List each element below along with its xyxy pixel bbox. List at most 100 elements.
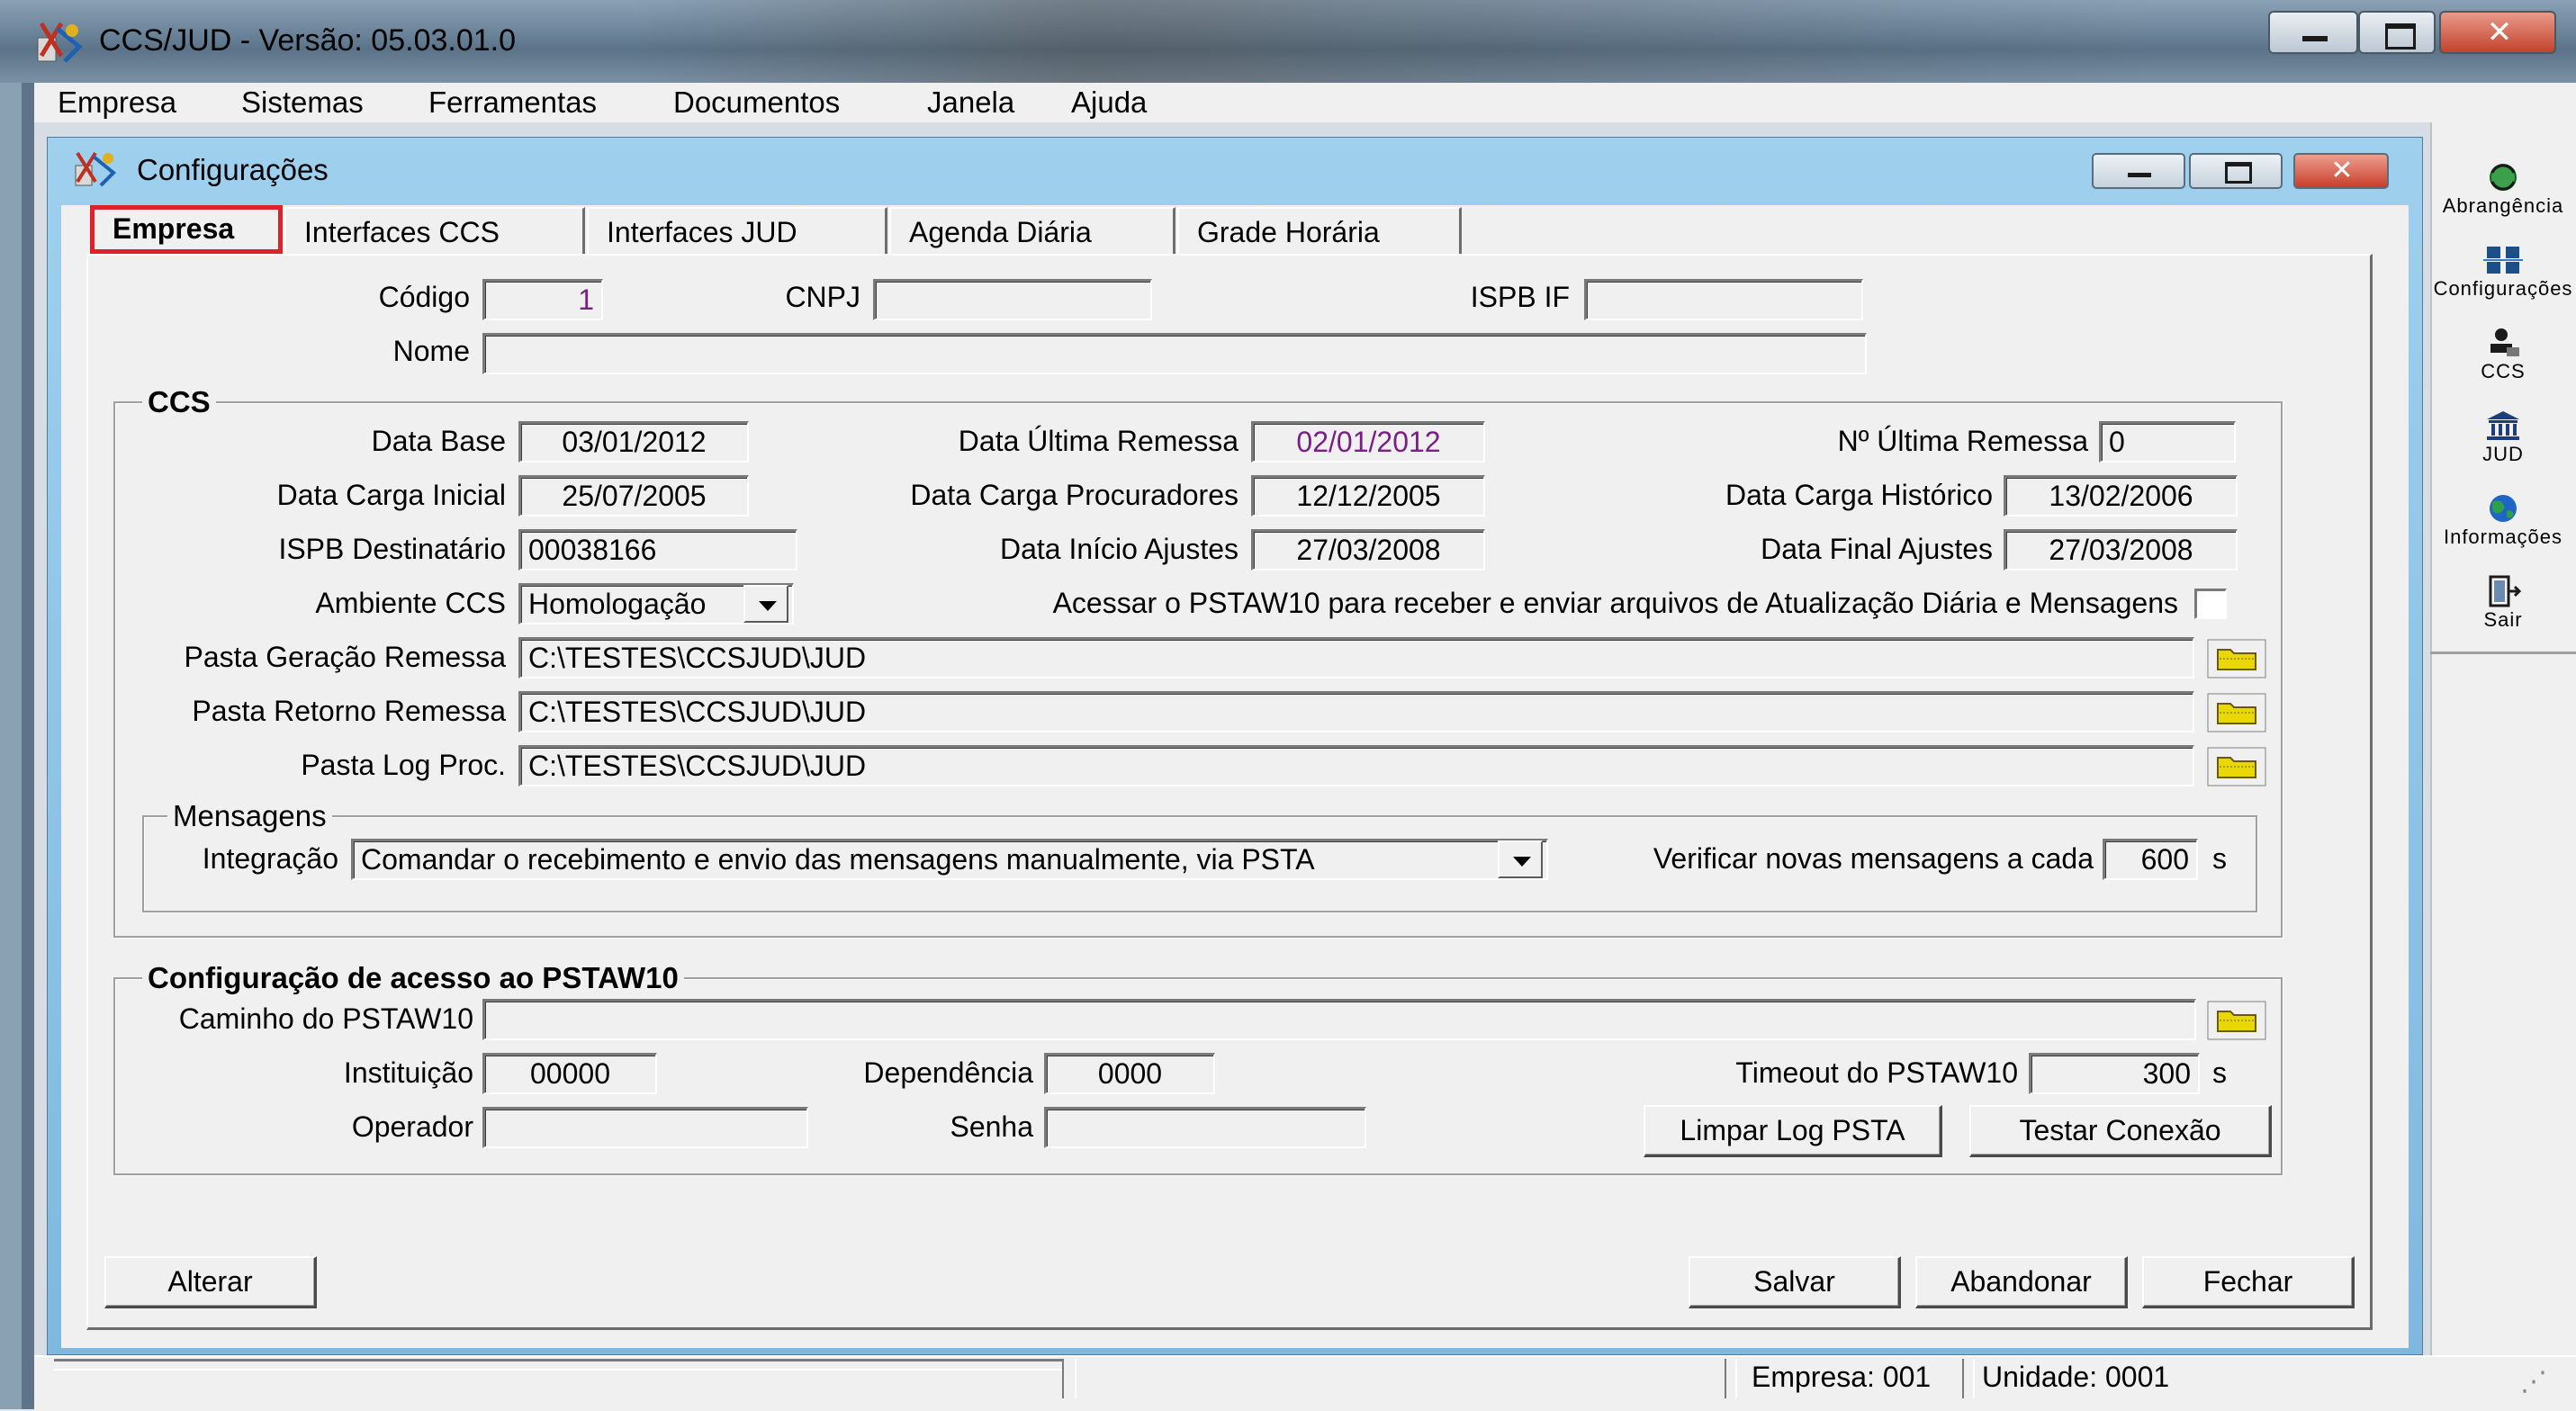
config-close-button[interactable]: ✕ [2293,153,2389,189]
ispb-if-label: ISPB IF [1470,281,1570,313]
menu-janela[interactable]: Janela [927,83,1014,122]
toolbar-informacoes[interactable]: Informações [2430,491,2576,549]
config-window-title: Configurações [137,153,329,186]
ambiente-dropdown-arrow-icon[interactable] [743,585,788,623]
ispb-if-field[interactable] [1584,279,1863,320]
abandonar-button[interactable]: Abandonar [1915,1256,2128,1308]
integracao-dropdown-arrow-icon[interactable] [1498,840,1543,878]
pasta-geracao-field[interactable]: C:\TESTES\CCSJUD\JUD [518,637,2194,679]
close-button[interactable]: ✕ [2439,11,2556,54]
data-carga-inicial-label: Data Carga Inicial [276,479,506,511]
window-left-frame [0,83,34,1409]
close-icon: ✕ [2330,156,2354,185]
menu-documentos[interactable]: Documentos [673,83,840,122]
tab-empresa[interactable]: Empresa [90,205,283,254]
tab-agenda-diaria[interactable]: Agenda Diária [889,207,1175,254]
toolbar-label: CCS [2481,360,2526,382]
limpar-log-button[interactable]: Limpar Log PSTA [1644,1105,1942,1157]
globe-icon [2490,495,2517,522]
pasta-log-field[interactable]: C:\TESTES\CCSJUD\JUD [518,745,2194,786]
menu-empresa[interactable]: Empresa [58,83,176,122]
config-minimize-button[interactable] [2092,153,2185,189]
folder-browse-icon[interactable] [2207,1001,2266,1040]
instituicao-label: Instituição [343,1056,473,1089]
timeout-label: Timeout do PSTAW10 [1735,1056,2018,1089]
cnpj-field[interactable] [873,279,1152,320]
toolbar-jud[interactable]: JUD [2430,409,2576,466]
data-carga-procuradores-field[interactable]: 12/12/2005 [1251,475,1485,517]
senha-label: Senha [950,1110,1033,1143]
toolbar-label: JUD [2482,443,2524,465]
toolbar-sair[interactable]: Sair [2430,574,2576,632]
integracao-label: Integração [202,842,338,875]
menu-sistemas[interactable]: Sistemas [241,83,364,122]
minimize-button[interactable] [2268,11,2358,54]
status-unidade: Unidade: 0001 [1982,1361,2170,1393]
config-window-icon [75,151,116,187]
toolbar-ccs[interactable]: CCS [2430,326,2576,383]
ambiente-ccs-value: Homologação [528,588,707,620]
ambiente-ccs-label: Ambiente CCS [315,587,506,619]
data-inicio-ajustes-field[interactable]: 27/03/2008 [1251,529,1485,571]
data-ultima-remessa-label: Data Última Remessa [958,425,1238,457]
status-divider [1062,1359,1076,1398]
data-base-field[interactable]: 03/01/2012 [518,421,749,463]
tab-grade-horaria[interactable]: Grade Horária [1177,207,1462,254]
timeout-field[interactable]: 300 [2029,1053,2200,1094]
folder-browse-icon[interactable] [2207,693,2266,732]
minimize-icon [2302,36,2328,41]
senha-field[interactable] [1044,1107,1366,1148]
folder-browse-icon[interactable] [2207,639,2266,679]
pasta-retorno-field[interactable]: C:\TESTES\CCSJUD\JUD [518,691,2194,732]
toolbar-label: Configurações [2433,277,2573,300]
nome-field[interactable] [482,333,1867,374]
toolbar-label: Sair [2483,608,2523,631]
toolbar-configuracoes[interactable]: Configurações [2430,243,2576,301]
minimize-icon [2128,173,2151,177]
data-base-label: Data Base [371,425,506,457]
testar-conexao-button[interactable]: Testar Conexão [1969,1105,2272,1157]
data-ultima-remessa-field[interactable]: 02/01/2012 [1251,421,1485,463]
data-carga-historico-label: Data Carga Histórico [1725,479,1993,511]
pstaw10-group-title: Configuração de acesso ao PSTAW10 [142,961,684,995]
resize-grip-icon[interactable]: ⋰ [2520,1366,2547,1398]
toolbar-label: Informações [2443,526,2563,548]
alterar-button[interactable]: Alterar [104,1256,317,1308]
n-ultima-remessa-label: Nº Última Remessa [1837,425,2088,457]
ispb-destinatario-field[interactable]: 00038166 [518,529,797,571]
pasta-retorno-label: Pasta Retorno Remessa [192,695,506,727]
pasta-geracao-label: Pasta Geração Remessa [184,641,507,673]
verificar-label: Verificar novas mensagens a cada [1653,842,2094,875]
window-controls: ✕ [2268,11,2565,58]
menu-ajuda[interactable]: Ajuda [1071,83,1147,122]
verificar-field[interactable]: 600 [2103,839,2198,880]
folder-browse-icon[interactable] [2207,747,2266,786]
instituicao-field[interactable]: 00000 [482,1053,657,1094]
config-grid-icon [2483,247,2523,274]
n-ultima-remessa-field[interactable]: 0 [2099,421,2236,463]
salvar-button[interactable]: Salvar [1689,1256,1901,1308]
fechar-button[interactable]: Fechar [2142,1256,2355,1308]
caminho-field[interactable] [482,999,2196,1040]
app-logo-icon [37,22,83,63]
operador-field[interactable] [482,1107,808,1148]
data-carga-historico-field[interactable]: 13/02/2006 [2004,475,2238,517]
data-carga-inicial-field[interactable]: 25/07/2005 [518,475,749,517]
dependencia-field[interactable]: 0000 [1044,1053,1215,1094]
ccs-person-icon [2490,328,2519,356]
exit-door-icon [2489,575,2522,607]
maximize-button[interactable] [2358,11,2436,54]
data-carga-procuradores-label: Data Carga Procuradores [910,479,1238,511]
integracao-select[interactable]: Comandar o recebimento e envio das mensa… [351,839,1548,880]
status-empresa: Empresa: 001 [1752,1361,1932,1393]
tab-interfaces-ccs[interactable]: Interfaces CCS [284,207,585,254]
toolbar-abrangencia[interactable]: Abrangência [2430,160,2576,218]
config-maximize-button[interactable] [2189,153,2283,189]
right-toolbar [2430,122,2576,1409]
tab-interfaces-jud[interactable]: Interfaces JUD [587,207,887,254]
dependencia-label: Dependência [863,1056,1033,1089]
data-final-ajustes-field[interactable]: 27/03/2008 [2004,529,2238,571]
pstaw10-checkbox[interactable] [2194,589,2227,619]
codigo-field[interactable]: 1 [482,279,603,320]
menu-ferramentas[interactable]: Ferramentas [428,83,597,122]
